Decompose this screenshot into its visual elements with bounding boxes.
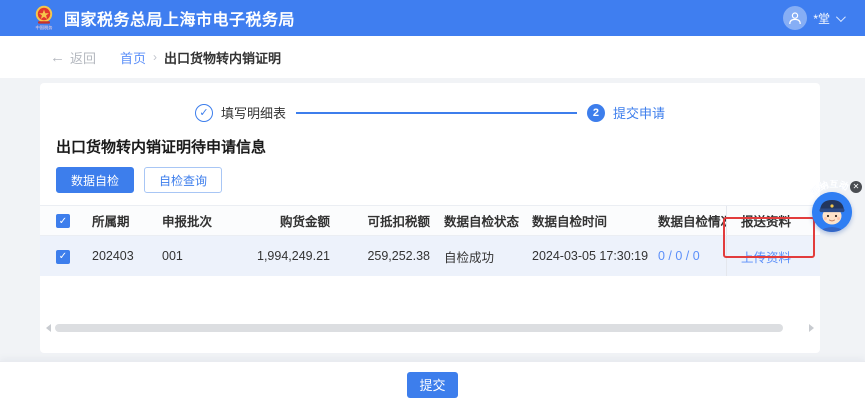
chevron-down-icon[interactable] [836, 12, 846, 22]
scroll-left-arrow-icon[interactable] [46, 324, 51, 332]
col-header-check-status: 数据自检状态 [432, 211, 528, 230]
col-header-purchase-amount: 购货金额 [236, 211, 332, 230]
table-header-row: ✓ 所属期 申报批次 购货金额 可抵扣税额 数据自检状态 数据自检时间 数据自检… [40, 205, 820, 236]
user-name: *堂 [813, 10, 830, 27]
step1-label: 填写明细表 [221, 103, 286, 122]
col-header-check-time: 数据自检时间 [528, 211, 654, 230]
back-button[interactable]: ← 返回 [50, 48, 96, 67]
cell-check-time: 2024-03-05 17:30:19 [528, 249, 654, 263]
logo-caption: 中国税务 [36, 25, 53, 31]
back-arrow-icon: ← [50, 49, 65, 66]
col-header-batch: 申报批次 [158, 211, 236, 230]
select-all-checkbox[interactable]: ✓ [56, 214, 70, 228]
breadcrumb-home[interactable]: 首页 [120, 48, 146, 67]
breadcrumb: ← 返回 首页 › 出口货物转内销证明 [0, 36, 865, 78]
table-row: ✓ 202403 001 1,994,249.21 259,252.38 自检成… [40, 236, 820, 276]
steps-bar: ✓ 填写明细表 2 提交申请 [195, 83, 665, 122]
page-background: ✓ 填写明细表 2 提交申请 出口货物转内销证明待申请信息 数据自检 自检查询 … [0, 78, 865, 361]
cell-period: 202403 [88, 249, 158, 263]
step2-label: 提交申请 [613, 103, 665, 122]
data-check-button[interactable]: 数据自检 [56, 167, 134, 193]
scrollbar-track[interactable] [55, 324, 805, 332]
cell-batch: 001 [158, 249, 236, 263]
national-emblem-icon [34, 5, 54, 25]
scrollbar-thumb[interactable] [55, 324, 783, 332]
mascot-avatar-icon[interactable] [812, 192, 852, 232]
col-header-deductible-tax: 可抵扣税额 [332, 211, 432, 230]
step2-number-badge: 2 [587, 104, 605, 122]
step-connector-line [296, 112, 577, 114]
upload-link[interactable]: 上传资料 [741, 247, 791, 266]
app-title: 国家税务总局上海市电子税务局 [64, 6, 295, 30]
content-card: ✓ 填写明细表 2 提交申请 出口货物转内销证明待申请信息 数据自检 自检查询 … [40, 83, 820, 353]
col-header-period: 所属期 [88, 211, 158, 230]
user-menu[interactable]: *堂 [783, 0, 843, 36]
app-header: 中国税务 国家税务总局上海市电子税务局 *堂 [0, 0, 865, 36]
scroll-right-arrow-icon[interactable] [809, 324, 814, 332]
submit-button[interactable]: 提交 [407, 372, 457, 398]
breadcrumb-current: 出口货物转内销证明 [164, 48, 281, 67]
assistant-mascot[interactable]: 征纳互动 ✕ [806, 178, 865, 238]
action-button-row: 数据自检 自检查询 [56, 167, 820, 193]
back-label: 返回 [70, 48, 96, 67]
mascot-close-icon[interactable]: ✕ [850, 181, 862, 193]
breadcrumb-separator-icon: › [153, 50, 157, 64]
step1-done-icon: ✓ [195, 104, 213, 122]
cell-deductible-tax: 259,252.38 [332, 249, 432, 263]
footer-bar: 提交 [0, 361, 865, 407]
user-avatar-icon[interactable] [783, 6, 807, 30]
application-table: ✓ 所属期 申报批次 购货金额 可抵扣税额 数据自检状态 数据自检时间 数据自检… [40, 205, 820, 276]
cell-purchase-amount: 1,994,249.21 [236, 249, 332, 263]
check-detail-link[interactable]: 0 / 0 / 0 [658, 249, 700, 263]
check-query-button[interactable]: 自检查询 [144, 167, 222, 193]
tax-emblem-logo: 中国税务 [34, 5, 54, 31]
section-title: 出口货物转内销证明待申请信息 [56, 136, 820, 157]
cell-check-status: 自检成功 [432, 247, 528, 266]
row-checkbox[interactable]: ✓ [56, 250, 70, 264]
col-header-check-detail: 数据自检情况i [654, 211, 726, 230]
horizontal-scrollbar [40, 321, 820, 335]
